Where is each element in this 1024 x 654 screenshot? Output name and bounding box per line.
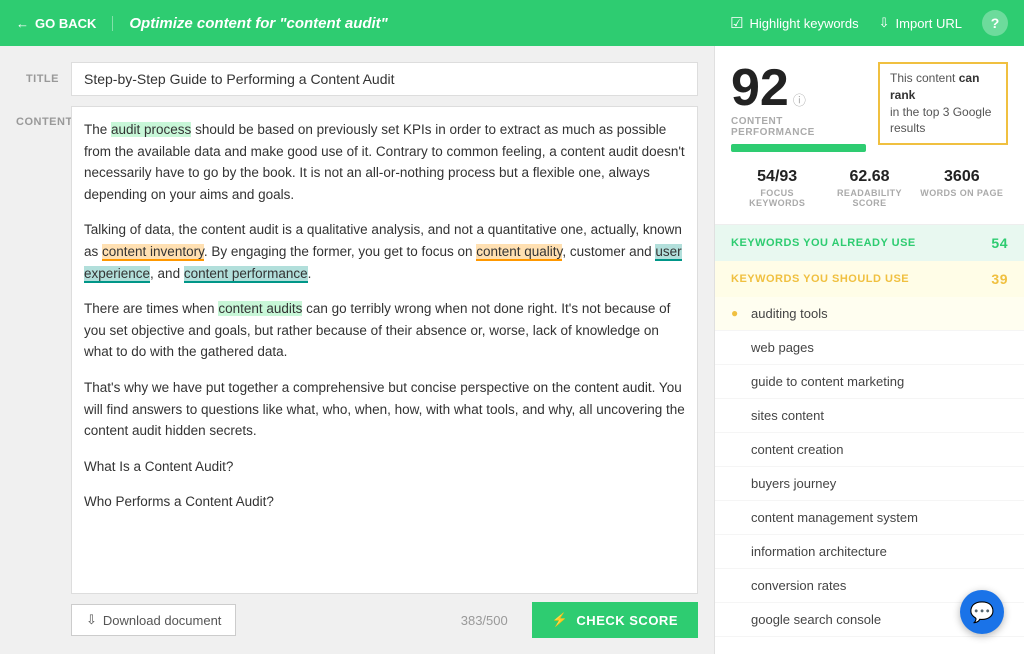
highlight-content-quality: content quality bbox=[476, 244, 562, 261]
checkbox-icon: ☑ bbox=[730, 14, 743, 32]
kw-already-use-header: KEYWORDS YOU ALREADY USE 54 bbox=[715, 225, 1024, 261]
download-button[interactable]: ⇩ Download document bbox=[71, 604, 236, 636]
download-icon: ⇩ bbox=[86, 612, 97, 628]
right-panel: 92 ⓘ CONTENT PERFORMANCE This content ca… bbox=[714, 46, 1024, 654]
highlight-content-audits: content audits bbox=[218, 301, 302, 316]
highlight-keywords-toggle[interactable]: ☑ Highlight keywords bbox=[730, 14, 859, 32]
page-title: Optimize content for "content audit" bbox=[129, 15, 730, 32]
list-item[interactable]: content management system bbox=[715, 501, 1024, 535]
char-count: 383/500 bbox=[248, 613, 519, 628]
highlight-content-performance: content performance bbox=[184, 266, 308, 283]
main-layout: TITLE CONTENT The audit process should b… bbox=[0, 46, 1024, 654]
score-value: 92 bbox=[731, 62, 789, 114]
list-item[interactable]: guide to content marketing bbox=[715, 365, 1024, 399]
metric-words: 3606 WORDS ON PAGE bbox=[916, 162, 1008, 214]
metric-focus-label: FOCUS KEYWORDS bbox=[735, 188, 819, 208]
header-actions: ☑ Highlight keywords ⇩ Import URL ? bbox=[730, 10, 1008, 36]
list-item[interactable]: information architecture bbox=[715, 535, 1024, 569]
score-left: 92 ⓘ CONTENT PERFORMANCE bbox=[731, 62, 866, 152]
back-arrow-icon: ← bbox=[16, 16, 29, 31]
list-item[interactable]: auditing tools bbox=[715, 297, 1024, 331]
list-item[interactable]: web pages bbox=[715, 331, 1024, 365]
content-row: CONTENT The audit process should be base… bbox=[16, 106, 698, 594]
back-button[interactable]: ← GO BACK bbox=[16, 16, 113, 31]
check-score-icon: ⚡ bbox=[552, 612, 569, 628]
kw-should-use-count: 39 bbox=[991, 271, 1008, 287]
kw-should-use-header: KEYWORDS YOU SHOULD USE 39 bbox=[715, 261, 1024, 297]
title-input[interactable] bbox=[71, 62, 698, 96]
metrics-row: 54/93 FOCUS KEYWORDS 62.68 READABILITY S… bbox=[731, 162, 1008, 214]
kw-should-use-list: auditing tools web pages guide to conten… bbox=[715, 297, 1024, 637]
left-panel: TITLE CONTENT The audit process should b… bbox=[0, 46, 714, 654]
kw-already-use-label: KEYWORDS YOU ALREADY USE bbox=[731, 237, 916, 249]
paragraph-1: The audit process should be based on pre… bbox=[84, 119, 685, 205]
check-score-label: CHECK SCORE bbox=[576, 613, 678, 628]
header: ← GO BACK Optimize content for "content … bbox=[0, 0, 1024, 46]
paragraph-2: Talking of data, the content audit is a … bbox=[84, 219, 685, 284]
chat-bubble-button[interactable]: 💬 bbox=[960, 590, 1004, 634]
info-icon: ⓘ bbox=[793, 90, 806, 109]
list-item[interactable]: sites content bbox=[715, 399, 1024, 433]
metric-readability: 62.68 READABILITY SCORE bbox=[823, 162, 915, 214]
score-section: 92 ⓘ CONTENT PERFORMANCE This content ca… bbox=[715, 46, 1024, 225]
highlight-audit-process: audit process bbox=[111, 122, 191, 137]
title-label: TITLE bbox=[16, 73, 71, 85]
chat-icon: 💬 bbox=[970, 600, 995, 625]
import-icon: ⇩ bbox=[879, 15, 890, 31]
title-row: TITLE bbox=[16, 62, 698, 96]
performance-label: CONTENT PERFORMANCE bbox=[731, 116, 866, 138]
metric-focus-keywords: 54/93 FOCUS KEYWORDS bbox=[731, 162, 823, 214]
paragraph-3: There are times when content audits can … bbox=[84, 298, 685, 363]
back-label: GO BACK bbox=[35, 16, 96, 31]
paragraph-4: That's why we have put together a compre… bbox=[84, 377, 685, 442]
rank-badge: This content can rank in the top 3 Googl… bbox=[878, 62, 1008, 145]
score-bar bbox=[731, 144, 866, 152]
highlight-label: Highlight keywords bbox=[750, 16, 859, 31]
help-button[interactable]: ? bbox=[982, 10, 1008, 36]
import-url-button[interactable]: ⇩ Import URL bbox=[879, 15, 962, 31]
kw-should-use-label: KEYWORDS YOU SHOULD USE bbox=[731, 273, 909, 285]
metric-focus-value: 54/93 bbox=[735, 168, 819, 186]
metric-words-value: 3606 bbox=[920, 168, 1004, 186]
check-score-button[interactable]: ⚡ CHECK SCORE bbox=[532, 602, 698, 638]
list-item[interactable]: buyers journey bbox=[715, 467, 1024, 501]
metric-words-label: WORDS ON PAGE bbox=[920, 188, 1004, 198]
content-editor[interactable]: The audit process should be based on pre… bbox=[71, 106, 698, 594]
list-item[interactable]: content creation bbox=[715, 433, 1024, 467]
bottom-bar: ⇩ Download document 383/500 ⚡ CHECK SCOR… bbox=[16, 594, 698, 638]
download-label: Download document bbox=[103, 613, 222, 628]
metric-readability-label: READABILITY SCORE bbox=[827, 188, 911, 208]
import-label: Import URL bbox=[896, 16, 962, 31]
kw-already-use-count: 54 bbox=[991, 235, 1008, 251]
paragraph-5: What Is a Content Audit? bbox=[84, 456, 685, 478]
content-label: CONTENT bbox=[16, 106, 71, 594]
metric-readability-value: 62.68 bbox=[827, 168, 911, 186]
score-top: 92 ⓘ CONTENT PERFORMANCE This content ca… bbox=[731, 62, 1008, 152]
highlight-content-inventory: content inventory bbox=[102, 244, 204, 261]
paragraph-6: Who Performs a Content Audit? bbox=[84, 491, 685, 513]
